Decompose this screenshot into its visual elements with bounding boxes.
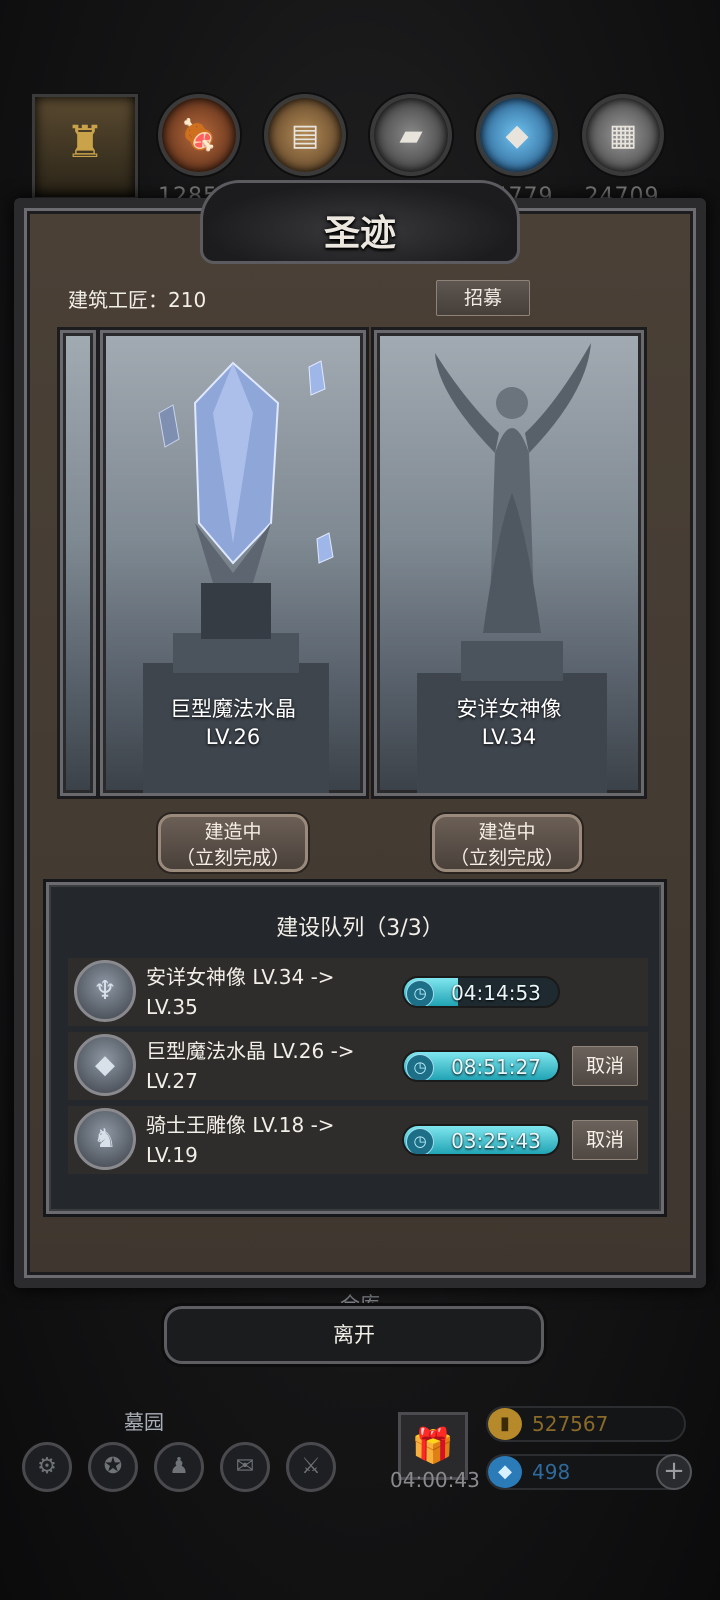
- crystal-icon: ◆: [476, 94, 558, 176]
- timer-text: 04:14:53: [451, 981, 541, 1005]
- gold-currency[interactable]: ▮ 527567: [486, 1406, 686, 1442]
- timer-text: 08:51:27: [451, 1055, 541, 1079]
- queue-item: ◆ 巨型魔法水晶 LV.26 -> LV.27 ◷ 08:51:27 取消: [68, 1032, 648, 1100]
- angel-statue-avatar-icon: ♆: [74, 960, 136, 1022]
- instant-finish-label: （立刻完成）: [449, 847, 564, 869]
- gift-timer: 04:00:43: [390, 1468, 480, 1492]
- building-name: 巨型魔法水晶: [170, 697, 296, 721]
- queue-item-text: 巨型魔法水晶 LV.26 -> LV.27: [146, 1036, 396, 1096]
- building-level: LV.26: [205, 725, 261, 749]
- map-label-cemetery[interactable]: 墓园: [124, 1406, 164, 1435]
- cancel-button[interactable]: 取消: [572, 1120, 638, 1160]
- queue-item-target-level: LV.27: [146, 1069, 198, 1093]
- steel-icon: ▦: [582, 94, 664, 176]
- queue-title: 建设队列（3/3）: [276, 916, 444, 941]
- leave-button[interactable]: 离开: [164, 1306, 544, 1364]
- instant-finish-label: （立刻完成）: [175, 847, 290, 869]
- clock-icon: ◷: [406, 980, 434, 1006]
- hooded-hero-icon: ♜: [65, 117, 105, 168]
- building-card-partial[interactable]: [60, 330, 96, 796]
- queue-timer-bar: ◷ 04:14:53: [402, 976, 560, 1008]
- gem-amount: 498: [532, 1460, 571, 1484]
- cancel-button[interactable]: 取消: [572, 1046, 638, 1086]
- queue-item-upgrade: 骑士王雕像 LV.18 ->: [146, 1113, 335, 1137]
- knight-statue-avatar-icon: ♞: [74, 1108, 136, 1170]
- clock-icon: ◷: [406, 1128, 434, 1154]
- queue-item-upgrade: 安详女神像 LV.34 ->: [146, 965, 335, 989]
- iron-icon: ▰: [370, 94, 452, 176]
- build-status-label: 建造中: [478, 821, 536, 843]
- crystal-avatar-icon: ◆: [74, 1034, 136, 1096]
- queue-item-upgrade: 巨型魔法水晶 LV.26 ->: [146, 1039, 355, 1063]
- queue-timer-bar: ◷ 03:25:43: [402, 1124, 560, 1156]
- panel-title: 圣迹: [323, 212, 396, 254]
- add-gems-plus-icon[interactable]: +: [656, 1454, 692, 1490]
- clock-icon: ◷: [406, 1054, 434, 1080]
- build-status-label: 建造中: [204, 821, 262, 843]
- queue-item: ♆ 安详女神像 LV.34 -> LV.35 ◷ 04:14:53: [68, 958, 648, 1026]
- gold-coin-icon: ▮: [488, 1408, 522, 1440]
- meat-icon: 🍖: [158, 94, 240, 176]
- queue-item-target-level: LV.35: [146, 995, 198, 1019]
- alliance-icon[interactable]: ⚔: [286, 1442, 336, 1492]
- recruit-button[interactable]: 招募: [436, 280, 530, 316]
- hero-portrait[interactable]: ♜: [32, 94, 138, 200]
- building-level: LV.34: [481, 725, 537, 749]
- shield-icon[interactable]: ✪: [88, 1442, 138, 1492]
- queue-item-target-level: LV.19: [146, 1143, 198, 1167]
- building-name: 安详女神像: [456, 697, 562, 721]
- gem-icon: ◆: [488, 1456, 522, 1488]
- builder-count: 建筑工匠：210: [68, 288, 207, 312]
- instant-finish-button-crystal[interactable]: 建造中 （立刻完成）: [158, 814, 308, 872]
- wood-icon: ▤: [264, 94, 346, 176]
- building-card-magic-crystal[interactable]: 巨型魔法水晶 LV.26: [100, 330, 366, 796]
- queue-item-text: 骑士王雕像 LV.18 -> LV.19: [146, 1110, 396, 1170]
- building-card-goddess-statue[interactable]: 安详女神像 LV.34: [374, 330, 644, 796]
- resource-steel[interactable]: ▦ 24709: [582, 94, 664, 209]
- gold-amount: 527567: [532, 1412, 609, 1436]
- instant-finish-button-statue[interactable]: 建造中 （立刻完成）: [432, 814, 582, 872]
- queue-item-text: 安详女神像 LV.34 -> LV.35: [146, 962, 396, 1022]
- timer-text: 03:25:43: [451, 1129, 541, 1153]
- queue-item: ♞ 骑士王雕像 LV.18 -> LV.19 ◷ 03:25:43 取消: [68, 1106, 648, 1174]
- mail-icon[interactable]: ✉: [220, 1442, 270, 1492]
- settings-gear-icon[interactable]: ⚙: [22, 1442, 72, 1492]
- hero-roster-icon[interactable]: ♟: [154, 1442, 204, 1492]
- queue-timer-bar: ◷ 08:51:27: [402, 1050, 560, 1082]
